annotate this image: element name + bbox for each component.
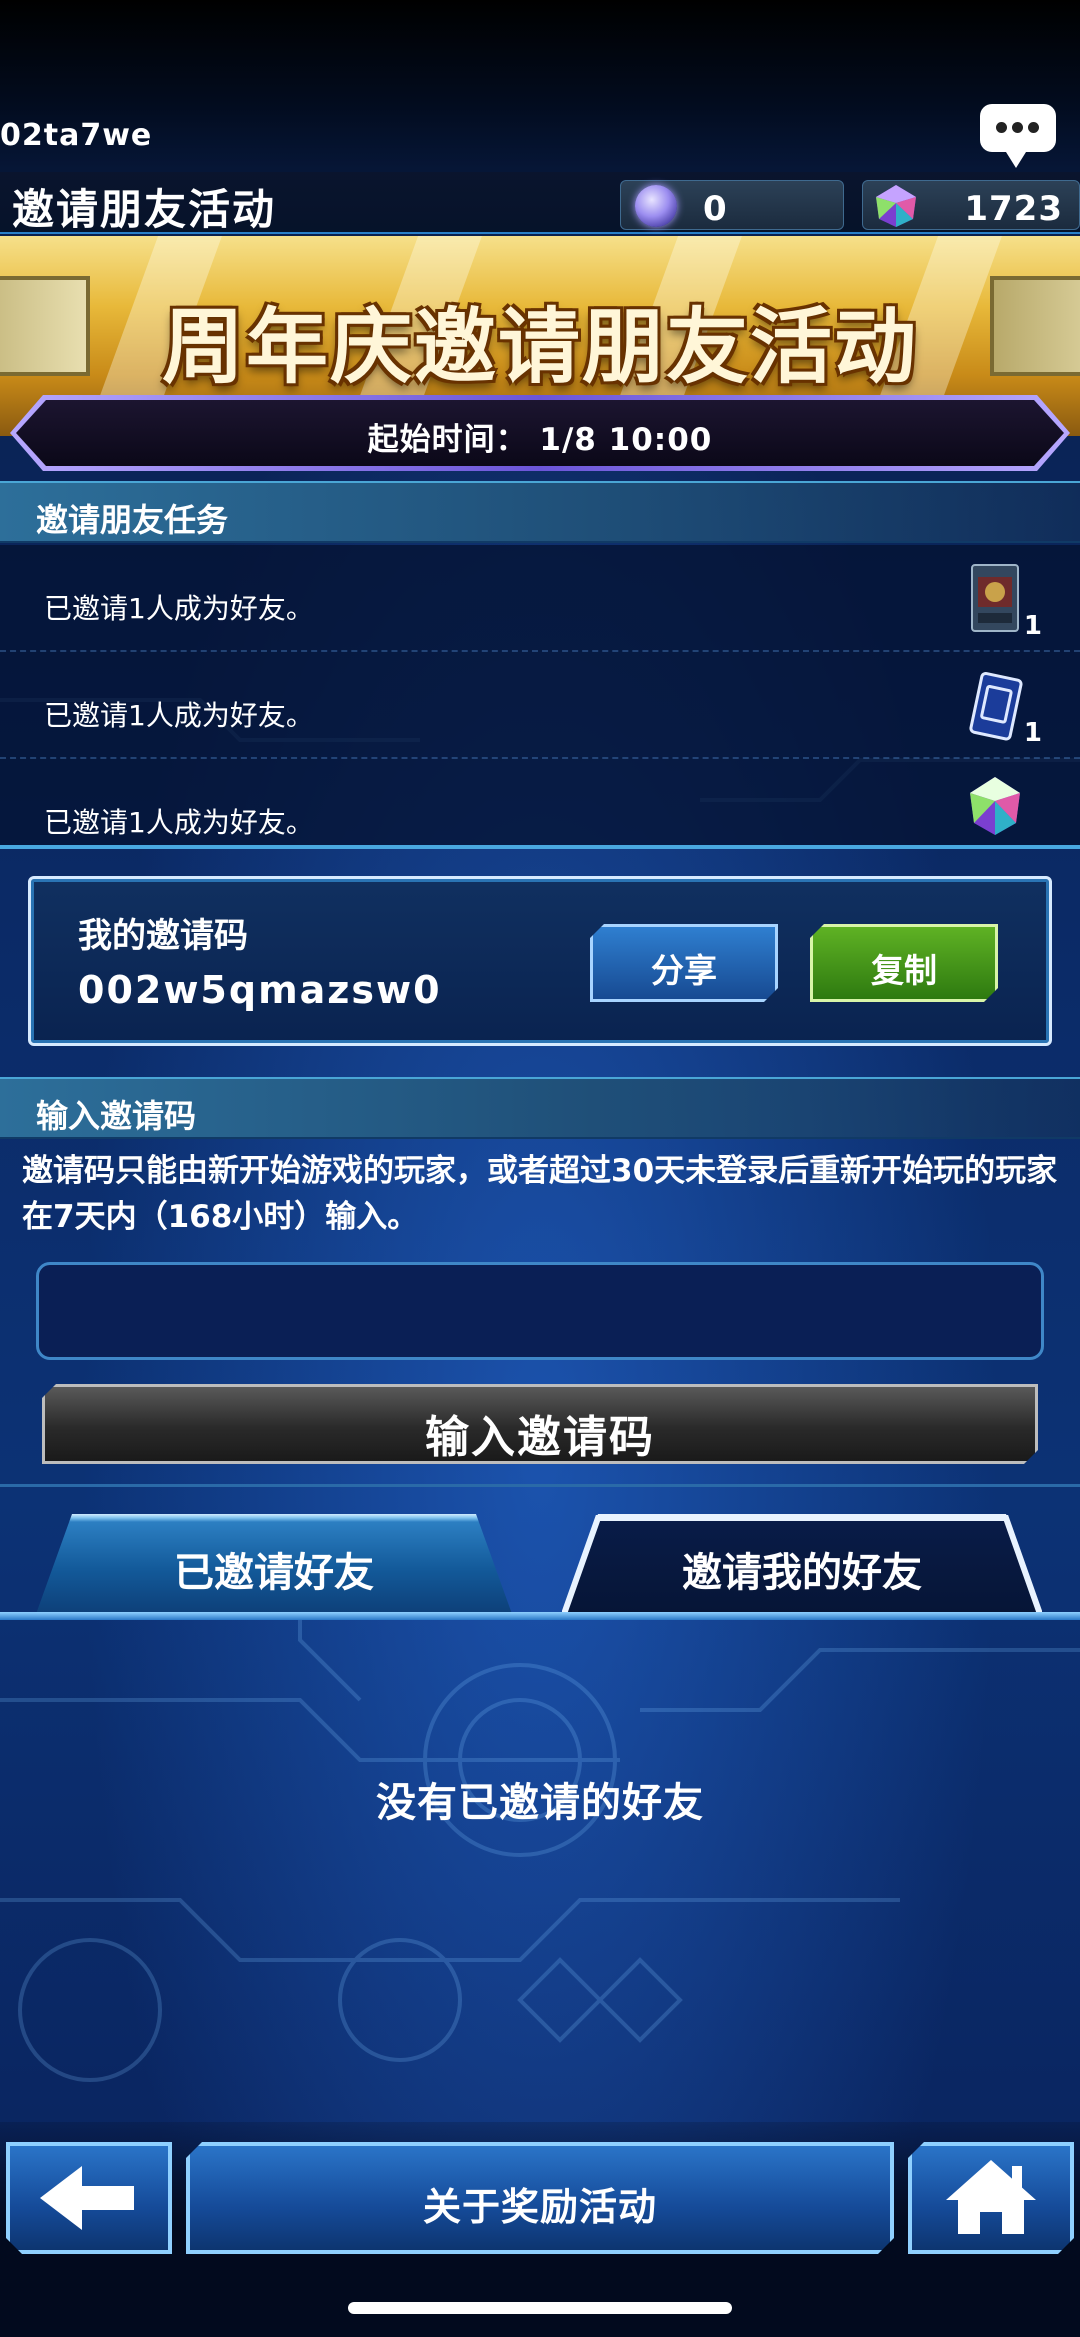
copy-button[interactable]: 复制 — [810, 924, 998, 1002]
home-button[interactable] — [908, 2142, 1074, 2254]
card-pack-icon — [971, 564, 1019, 632]
tab-invited-friends[interactable]: 已邀请好友 — [36, 1514, 512, 1614]
my-invite-code-label: 我的邀请码 — [78, 916, 248, 956]
gem-count: 1723 — [964, 189, 1063, 229]
enter-code-button[interactable]: 输入邀请码 — [42, 1384, 1038, 1464]
enter-code-button-label: 输入邀请码 — [425, 1412, 655, 1463]
user-id: 02ta7we — [0, 118, 153, 153]
share-button[interactable]: 分享 — [590, 924, 778, 1002]
share-button-label: 分享 — [651, 951, 717, 990]
reward-count: 1 — [1023, 718, 1042, 748]
mission-text: 已邀请1人成为好友。 — [44, 699, 314, 732]
mission-item: 已邀请1人成为好友。 1 — [0, 652, 1080, 759]
mission-item: 已邀请1人成为好友。 — [0, 759, 1080, 845]
gem-icon — [970, 777, 1020, 835]
about-rewards-button[interactable]: 关于奖励活动 — [186, 2142, 894, 2254]
home-icon — [912, 2146, 1070, 2250]
card-icon — [969, 671, 1023, 741]
mission-text: 已邀请1人成为好友。 — [44, 806, 314, 839]
banner-title: 周年庆邀请朋友活动 — [161, 299, 918, 395]
orb-currency: 0 — [620, 180, 844, 230]
tab-friends-who-invited-me[interactable]: 邀请我的好友 — [562, 1514, 1042, 1614]
reward-count: 1 — [1023, 611, 1042, 641]
back-button[interactable] — [6, 2142, 172, 2254]
screen: 02ta7we 邀请朋友活动 0 1723 周年庆邀请朋友活动 起始时间： 1/… — [0, 0, 1080, 2337]
tab-label: 已邀请好友 — [174, 1550, 374, 1596]
missions-header-label: 邀请朋友任务 — [36, 501, 229, 539]
copy-button-label: 复制 — [871, 951, 937, 990]
chat-bubble-icon[interactable] — [980, 104, 1056, 168]
arrow-left-icon — [10, 2146, 168, 2250]
orb-icon — [635, 185, 677, 227]
about-rewards-label: 关于奖励活动 — [422, 2185, 657, 2229]
home-indicator — [348, 2302, 732, 2314]
missions-header: 邀请朋友任务 — [0, 481, 1080, 543]
gem-currency: 1723 — [862, 180, 1080, 230]
gem-icon — [876, 185, 916, 227]
tab-label: 邀请我的好友 — [682, 1550, 922, 1596]
invite-code-input[interactable] — [36, 1262, 1044, 1360]
mission-list[interactable]: 已邀请1人成为好友。 1 已邀请1人成为好友。 1 已邀请1人成为好友。 — [0, 545, 1080, 845]
start-time: 起始时间： 1/8 10:00 — [367, 422, 713, 458]
enter-code-header-label: 输入邀请码 — [36, 1097, 197, 1135]
enter-code-header: 输入邀请码 — [0, 1077, 1080, 1139]
page-title: 邀请朋友活动 — [12, 185, 277, 234]
empty-list-message: 没有已邀请的好友 — [376, 1780, 704, 1826]
tab-underline — [0, 1612, 1080, 1620]
mission-text: 已邀请1人成为好友。 — [44, 592, 314, 625]
enter-code-description: 邀请码只能由新开始游戏的玩家，或者超过30天未登录后重新开始玩的玩家在7天内（1… — [22, 1153, 1058, 1235]
mission-item: 已邀请1人成为好友。 1 — [0, 545, 1080, 652]
orb-count: 0 — [703, 189, 728, 229]
my-invite-code-value: 002w5qmazsw0 — [78, 968, 442, 1012]
